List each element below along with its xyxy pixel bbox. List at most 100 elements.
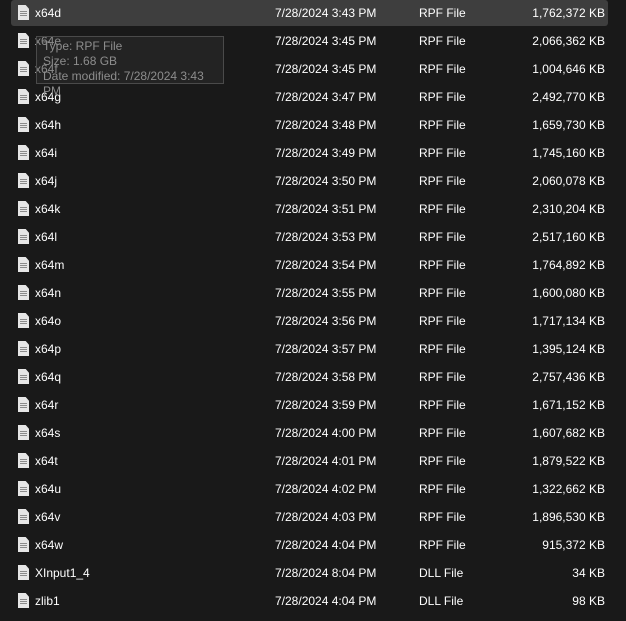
file-row[interactable]: x64q 7/28/2024 3:58 PM RPF File 2,757,43… (11, 364, 608, 390)
file-size: 1,745,160 KB (532, 146, 605, 160)
file-size: 1,004,646 KB (532, 62, 605, 76)
file-type: RPF File (419, 34, 466, 48)
file-date-modified: 7/28/2024 3:51 PM (275, 202, 377, 216)
file-row[interactable]: x64m 7/28/2024 3:54 PM RPF File 1,764,89… (11, 252, 608, 278)
file-row[interactable]: x64j 7/28/2024 3:50 PM RPF File 2,060,07… (11, 168, 608, 194)
file-date-modified: 7/28/2024 3:54 PM (275, 258, 377, 272)
file-size: 1,600,080 KB (532, 286, 605, 300)
file-icon (18, 117, 29, 132)
file-row[interactable]: x64s 7/28/2024 4:00 PM RPF File 1,607,68… (11, 420, 608, 446)
file-size: 1,879,522 KB (532, 454, 605, 468)
file-type: RPF File (419, 538, 466, 552)
file-name: x64q (35, 370, 62, 384)
file-name: x64r (35, 398, 59, 412)
file-type: RPF File (419, 146, 466, 160)
file-size: 1,896,530 KB (532, 510, 605, 524)
file-type: RPF File (419, 286, 466, 300)
file-date-modified: 7/28/2024 3:55 PM (275, 286, 377, 300)
file-size: 1,607,682 KB (532, 426, 605, 440)
tooltip-type: Type: RPF File (43, 39, 123, 53)
file-row[interactable]: x64i 7/28/2024 3:49 PM RPF File 1,745,16… (11, 140, 608, 166)
file-size: 2,066,362 KB (532, 34, 605, 48)
file-type: RPF File (419, 370, 466, 384)
file-type: RPF File (419, 482, 466, 496)
file-name: XInput1_4 (35, 566, 90, 580)
file-row[interactable]: x64k 7/28/2024 3:51 PM RPF File 2,310,20… (11, 196, 608, 222)
file-row[interactable]: x64r 7/28/2024 3:59 PM RPF File 1,671,15… (11, 392, 608, 418)
file-type: RPF File (419, 454, 466, 468)
file-type: RPF File (419, 314, 466, 328)
file-size: 1,717,134 KB (532, 314, 605, 328)
file-type: RPF File (419, 398, 466, 412)
file-name: x64w (35, 538, 64, 552)
file-date-modified: 7/28/2024 3:45 PM (275, 62, 377, 76)
file-row[interactable]: x64n 7/28/2024 3:55 PM RPF File 1,600,08… (11, 280, 608, 306)
file-name: x64i (35, 146, 58, 160)
file-row[interactable]: x64w 7/28/2024 4:04 PM RPF File 915,372 … (11, 532, 608, 558)
file-tooltip: Type: RPF File Size: 1.68 GB Date modifi… (36, 36, 224, 98)
file-name: x64l (35, 230, 58, 244)
file-icon (18, 369, 29, 384)
file-size: 1,762,372 KB (532, 6, 605, 20)
file-row[interactable]: x64d 7/28/2024 3:43 PM RPF File 1,762,37… (11, 0, 608, 26)
file-row[interactable]: x64v 7/28/2024 4:03 PM RPF File 1,896,53… (11, 504, 608, 530)
file-name: x64t (35, 454, 58, 468)
file-row[interactable]: x64o 7/28/2024 3:56 PM RPF File 1,717,13… (11, 308, 608, 334)
file-date-modified: 7/28/2024 3:50 PM (275, 174, 377, 188)
file-row[interactable]: x64t 7/28/2024 4:01 PM RPF File 1,879,52… (11, 448, 608, 474)
file-type: RPF File (419, 342, 466, 356)
file-icon (18, 285, 29, 300)
file-name: x64o (35, 314, 62, 328)
file-icon (18, 397, 29, 412)
file-date-modified: 7/28/2024 3:58 PM (275, 370, 377, 384)
file-date-modified: 7/28/2024 4:04 PM (275, 594, 377, 608)
file-date-modified: 7/28/2024 3:48 PM (275, 118, 377, 132)
file-row[interactable]: XInput1_4 7/28/2024 8:04 PM DLL File 34 … (11, 560, 608, 586)
file-type: RPF File (419, 230, 466, 244)
file-date-modified: 7/28/2024 3:56 PM (275, 314, 377, 328)
file-name: x64j (35, 174, 58, 188)
file-icon (18, 89, 29, 104)
file-size: 2,310,204 KB (532, 202, 605, 216)
file-size: 1,764,892 KB (532, 258, 605, 272)
file-date-modified: 7/28/2024 3:53 PM (275, 230, 377, 244)
file-icon (18, 453, 29, 468)
file-name: x64s (35, 426, 61, 440)
file-row[interactable]: x64h 7/28/2024 3:48 PM RPF File 1,659,73… (11, 112, 608, 138)
file-size: 1,395,124 KB (532, 342, 605, 356)
file-name: x64k (35, 202, 61, 216)
file-type: DLL File (419, 566, 464, 580)
file-row[interactable]: x64p 7/28/2024 3:57 PM RPF File 1,395,12… (11, 336, 608, 362)
file-type: RPF File (419, 510, 466, 524)
file-type: RPF File (419, 62, 466, 76)
file-date-modified: 7/28/2024 8:04 PM (275, 566, 377, 580)
file-size: 915,372 KB (542, 538, 605, 552)
file-date-modified: 7/28/2024 4:02 PM (275, 482, 377, 496)
file-type: RPF File (419, 174, 466, 188)
file-row[interactable]: zlib1 7/28/2024 4:04 PM DLL File 98 KB (11, 588, 608, 614)
file-name: x64p (35, 342, 62, 356)
file-date-modified: 7/28/2024 3:45 PM (275, 34, 377, 48)
file-name: x64u (35, 482, 62, 496)
file-icon (18, 481, 29, 496)
file-date-modified: 7/28/2024 3:59 PM (275, 398, 377, 412)
file-icon (18, 537, 29, 552)
file-size: 34 KB (572, 566, 605, 580)
file-date-modified: 7/28/2024 3:47 PM (275, 90, 377, 104)
file-icon (18, 593, 29, 608)
file-type: RPF File (419, 118, 466, 132)
file-type: RPF File (419, 258, 466, 272)
file-row[interactable]: x64u 7/28/2024 4:02 PM RPF File 1,322,66… (11, 476, 608, 502)
file-size: 2,757,436 KB (532, 370, 605, 384)
file-icon (18, 509, 29, 524)
file-icon (18, 145, 29, 160)
file-row[interactable]: x64l 7/28/2024 3:53 PM RPF File 2,517,16… (11, 224, 608, 250)
file-type: RPF File (419, 202, 466, 216)
file-icon (18, 61, 29, 76)
file-icon (18, 173, 29, 188)
file-icon (18, 33, 29, 48)
file-type: DLL File (419, 594, 464, 608)
file-type: RPF File (419, 90, 466, 104)
tooltip-date-modified: Date modified: 7/28/2024 3:43 PM (43, 69, 204, 98)
file-name: x64m (35, 258, 65, 272)
